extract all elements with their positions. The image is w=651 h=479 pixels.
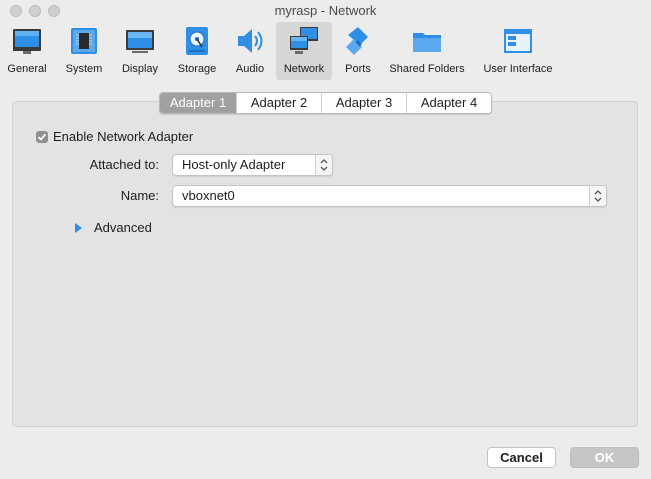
enable-adapter-label: Enable Network Adapter bbox=[53, 129, 194, 144]
adapter-tabs: Adapter 1 Adapter 2 Adapter 3 Adapter 4 bbox=[159, 92, 492, 114]
tab-adapter-3[interactable]: Adapter 3 bbox=[321, 93, 406, 113]
tab-adapter-2[interactable]: Adapter 2 bbox=[236, 93, 321, 113]
attached-to-stepper bbox=[315, 155, 332, 175]
network-icon bbox=[290, 27, 318, 54]
toolbar-system[interactable]: System bbox=[58, 22, 110, 80]
minimize-window-button[interactable] bbox=[29, 5, 41, 17]
toolbar-audio-label: Audio bbox=[235, 63, 265, 75]
window-title: myrasp - Network bbox=[274, 3, 377, 18]
toolbar-user-interface[interactable]: User Interface bbox=[478, 22, 558, 80]
system-chip-icon bbox=[71, 28, 97, 54]
name-stepper bbox=[589, 186, 606, 206]
disclosure-triangle-icon[interactable] bbox=[74, 223, 83, 233]
user-interface-icon bbox=[504, 29, 532, 53]
toolbar-network-label: Network bbox=[283, 63, 325, 75]
chevron-up-down-icon bbox=[594, 190, 602, 202]
toolbar-ports[interactable]: Ports bbox=[336, 22, 380, 80]
tab-adapter-1[interactable]: Adapter 1 bbox=[160, 93, 236, 113]
chevron-up-down-icon bbox=[320, 159, 328, 171]
toolbar-storage-label: Storage bbox=[177, 63, 217, 75]
attached-to-select[interactable]: Host-only Adapter bbox=[172, 154, 333, 176]
toolbar-ports-label: Ports bbox=[345, 63, 371, 75]
attached-to-value: Host-only Adapter bbox=[182, 157, 286, 172]
attached-to-label: Attached to: bbox=[89, 157, 159, 172]
audio-speaker-icon bbox=[238, 29, 263, 53]
name-label: Name: bbox=[120, 188, 159, 203]
toolbar-system-label: System bbox=[65, 63, 103, 75]
toolbar-display-label: Display bbox=[121, 63, 159, 75]
tab-adapter-4[interactable]: Adapter 4 bbox=[406, 93, 491, 113]
toolbar-user-interface-label: User Interface bbox=[483, 63, 553, 75]
general-icon bbox=[13, 29, 41, 54]
toolbar-network[interactable]: Network bbox=[276, 22, 332, 80]
title-bar: myrasp - Network bbox=[0, 0, 651, 22]
storage-disk-icon bbox=[186, 27, 208, 55]
name-value: vboxnet0 bbox=[182, 188, 235, 203]
checkmark-icon bbox=[37, 133, 47, 141]
toolbar-shared-folders[interactable]: Shared Folders bbox=[388, 22, 466, 80]
shared-folder-icon bbox=[413, 33, 441, 52]
toolbar-storage[interactable]: Storage bbox=[170, 22, 224, 80]
advanced-label[interactable]: Advanced bbox=[94, 220, 152, 235]
zoom-window-button[interactable] bbox=[48, 5, 60, 17]
enable-adapter-checkbox[interactable] bbox=[36, 131, 48, 143]
toolbar-shared-folders-label: Shared Folders bbox=[389, 63, 465, 75]
close-window-button[interactable] bbox=[10, 5, 22, 17]
cancel-button[interactable]: Cancel bbox=[487, 447, 556, 468]
toolbar-display[interactable]: Display bbox=[114, 22, 166, 80]
name-select[interactable]: vboxnet0 bbox=[172, 185, 607, 207]
settings-toolbar: General System Display Storage Audio Net… bbox=[0, 22, 651, 80]
display-monitor-icon bbox=[126, 30, 154, 53]
toolbar-audio[interactable]: Audio bbox=[228, 22, 272, 80]
adapter-settings-panel bbox=[12, 101, 638, 427]
toolbar-general[interactable]: General bbox=[0, 22, 54, 80]
ports-icon bbox=[346, 27, 368, 55]
toolbar-general-label: General bbox=[7, 63, 47, 75]
ok-button[interactable]: OK bbox=[570, 447, 639, 468]
